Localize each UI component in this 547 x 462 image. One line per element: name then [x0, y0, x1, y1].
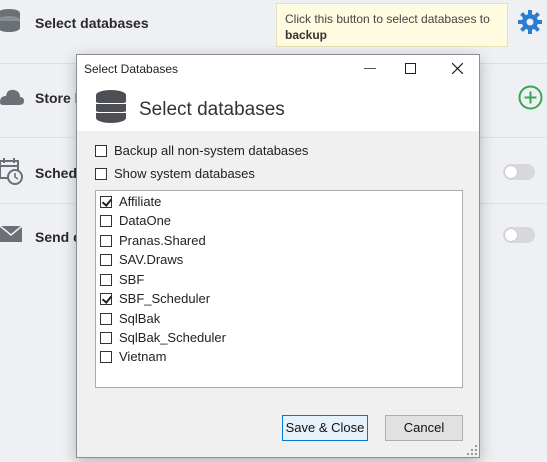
database-icon — [0, 9, 20, 32]
show-system-label: Show system databases — [114, 166, 255, 181]
select-databases-dialog: Select Databases Select databases Backup… — [76, 54, 480, 458]
cancel-button[interactable]: Cancel — [385, 415, 463, 441]
gear-icon[interactable] — [517, 9, 543, 35]
list-item-label: DataOne — [119, 213, 172, 228]
save-close-button[interactable]: Save & Close — [282, 415, 368, 441]
dialog-header: Select databases — [77, 83, 479, 131]
close-icon — [452, 63, 463, 74]
add-circle-icon[interactable] — [518, 85, 543, 110]
maximize-button[interactable] — [387, 55, 433, 83]
list-item-label: Vietnam — [119, 349, 167, 364]
backup-all-checkbox[interactable]: Backup all non-system databases — [95, 143, 308, 158]
list-item-affiliate[interactable]: Affiliate — [100, 194, 161, 209]
checkbox-box[interactable] — [95, 144, 107, 157]
list-item-sbf-scheduler[interactable]: SBF_Scheduler — [100, 291, 210, 306]
checkbox-box[interactable] — [100, 312, 112, 325]
checkbox-box[interactable] — [100, 195, 112, 208]
resize-grip-icon[interactable] — [467, 445, 477, 455]
checkbox-box[interactable] — [100, 234, 112, 247]
checkbox-box[interactable] — [100, 253, 112, 266]
maximize-icon — [405, 63, 416, 74]
list-item-sbf[interactable]: SBF — [100, 272, 144, 287]
checkbox-box[interactable] — [100, 350, 112, 363]
tooltip-line1: Click this button to select databases to — [285, 12, 490, 26]
list-item-label: SBF — [119, 272, 145, 287]
calendar-clock-icon — [0, 158, 23, 185]
list-item-dataone[interactable]: DataOne — [100, 213, 171, 228]
database-list[interactable]: Affiliate DataOne Pranas.Shared SAV.Draw… — [95, 190, 463, 388]
checkbox-box[interactable] — [100, 292, 112, 305]
show-system-checkbox[interactable]: Show system databases — [95, 166, 255, 181]
list-item-label: SqlBak_Scheduler — [119, 330, 226, 345]
dialog-titlebar[interactable]: Select Databases — [77, 55, 479, 83]
list-item-label: SAV.Draws — [119, 252, 184, 267]
list-item-label: SqlBak — [119, 311, 161, 326]
list-item-sav-draws[interactable]: SAV.Draws — [100, 252, 183, 267]
list-item-sqlbak[interactable]: SqlBak — [100, 311, 160, 326]
checkbox-box[interactable] — [95, 167, 107, 180]
tooltip-line2: backup — [285, 28, 328, 42]
list-item-label: Affiliate — [119, 194, 162, 209]
dialog-header-title: Select databases — [139, 99, 285, 120]
dialog-footer: Save & Close Cancel — [77, 401, 479, 457]
checkbox-box[interactable] — [100, 214, 112, 227]
checkbox-box[interactable] — [100, 273, 112, 286]
tooltip: Click this button to select databases to… — [276, 3, 508, 47]
backup-all-label: Backup all non-system databases — [114, 143, 309, 158]
send-confirmation-label: Send c — [35, 229, 81, 245]
list-item-sqlbak-scheduler[interactable]: SqlBak_Scheduler — [100, 330, 226, 345]
list-item-vietnam[interactable]: Vietnam — [100, 349, 166, 364]
schedule-toggle[interactable] — [503, 164, 535, 180]
database-icon — [95, 90, 127, 123]
select-databases-label: Select databases — [35, 15, 149, 31]
close-button[interactable] — [432, 55, 478, 83]
checkbox-box[interactable] — [100, 331, 112, 344]
minimize-icon — [364, 68, 376, 69]
list-item-label: SBF_Scheduler — [119, 291, 211, 306]
list-item-label: Pranas.Shared — [119, 233, 206, 248]
list-item-pranas-shared[interactable]: Pranas.Shared — [100, 233, 206, 248]
send-confirmation-toggle[interactable] — [503, 227, 535, 243]
cloud-icon — [0, 89, 24, 105]
dialog-window-title: Select Databases — [84, 62, 179, 76]
mail-icon — [0, 225, 23, 242]
